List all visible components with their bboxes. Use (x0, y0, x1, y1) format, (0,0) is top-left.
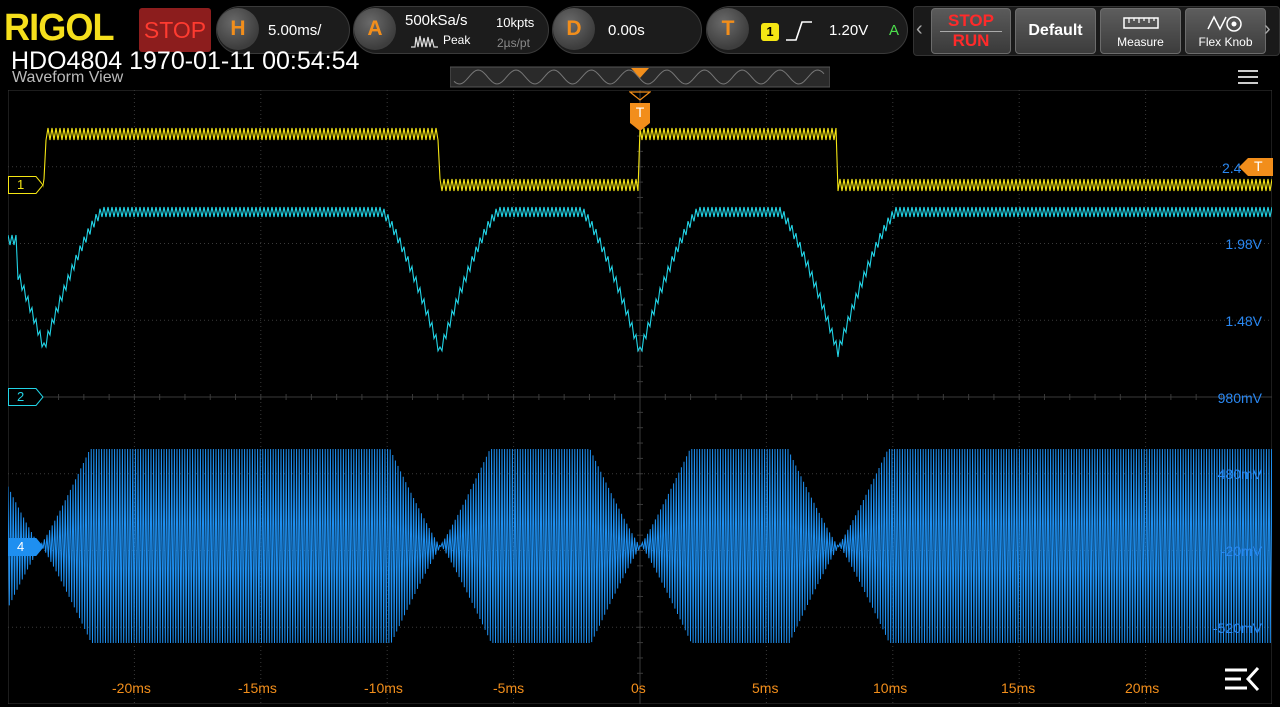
horizontal-key[interactable]: H (217, 8, 259, 50)
time-axis-label: -15ms (238, 680, 277, 696)
vertical-scale-label: -20mV (1220, 543, 1262, 559)
sample-rate: 500kSa/s (405, 12, 468, 29)
ch2-label: 2 (17, 389, 25, 404)
trigger-marker-label: T (635, 104, 645, 120)
vertical-scale-label: 980mV (1217, 390, 1262, 406)
acquire-key[interactable]: A (354, 8, 396, 50)
trigger-mode: A (889, 22, 900, 39)
memory-depth: 10kpts (496, 15, 535, 30)
run-stop-button[interactable]: STOP RUN (931, 8, 1011, 54)
delay-key[interactable]: D (553, 8, 595, 50)
default-button[interactable]: Default (1015, 8, 1096, 54)
time-axis-label: -5ms (493, 680, 525, 696)
delay-offset: 0.00s (608, 22, 645, 39)
ch2-offset-marker[interactable]: 2 (8, 388, 53, 406)
time-axis-label: 15ms (1001, 680, 1036, 696)
time-resolution: 2µs/pt (497, 36, 530, 50)
acquire-mode: Peak (443, 33, 471, 47)
vertical-scale-label: 1.98V (1225, 236, 1262, 252)
chevron-left-icon[interactable]: ‹ (916, 18, 923, 41)
trigger-key[interactable]: T (707, 8, 749, 50)
time-axis-label: -10ms (364, 680, 403, 696)
chevron-right-icon[interactable]: › (1264, 18, 1271, 41)
ch1-label: 1 (17, 177, 25, 192)
time-axis-label: 20ms (1125, 680, 1160, 696)
time-axis-label: 10ms (873, 680, 908, 696)
trigger-level: 1.20V (829, 22, 869, 39)
ruler-icon (1123, 17, 1159, 29)
trigger-source-badge: 1 (761, 23, 779, 41)
trigger-level-marker-label: T (1254, 158, 1263, 174)
waveform-view-title: Waveform View (12, 69, 124, 86)
vertical-scale-label: 480mV (1217, 466, 1262, 482)
vertical-scale-label: -520mV (1212, 620, 1262, 636)
ch1-offset-marker[interactable]: 1 (8, 176, 53, 194)
ch4-label: 4 (17, 539, 25, 554)
flex-knob-icon (1207, 15, 1242, 32)
ch4-offset-marker[interactable]: 4 (8, 538, 53, 556)
rigol-logo: RIGOL (4, 7, 115, 49)
waveform-grid[interactable] (8, 90, 1272, 704)
time-axis-label: 0s (631, 680, 646, 696)
flex-knob-button[interactable]: Flex Knob (1185, 8, 1266, 54)
rising-edge-icon (786, 21, 812, 41)
fold-menu-icon[interactable] (1222, 664, 1262, 694)
menu-icon[interactable] (1238, 70, 1258, 84)
time-axis-label: 5ms (752, 680, 779, 696)
vertical-scale-label: 1.48V (1225, 313, 1262, 329)
peak-mode-icon (411, 35, 438, 48)
horizontal-scale: 5.00ms/ (268, 22, 322, 39)
trigger-position-marker[interactable] (630, 67, 650, 79)
time-axis-label: -20ms (112, 680, 151, 696)
measure-button[interactable]: Measure (1100, 8, 1181, 54)
